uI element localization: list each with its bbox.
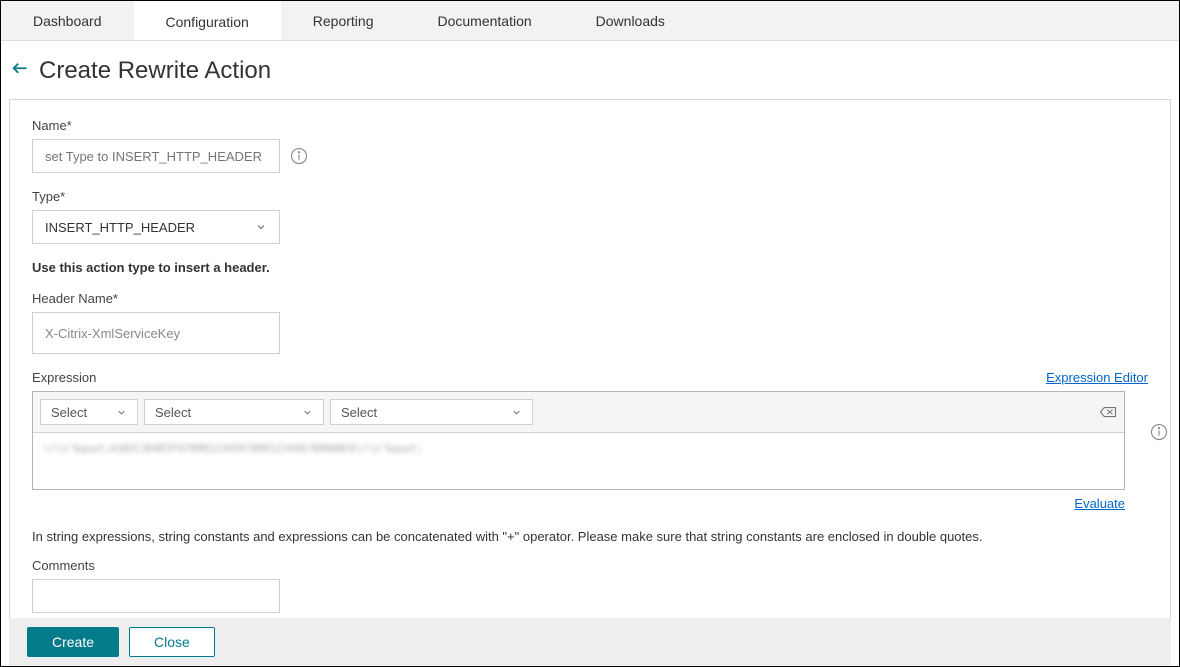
comments-input[interactable] bbox=[32, 579, 280, 613]
clear-expression-icon[interactable] bbox=[1099, 405, 1117, 419]
tab-configuration[interactable]: Configuration bbox=[134, 1, 281, 40]
expression-select-1[interactable]: Select bbox=[40, 399, 138, 425]
main-tabbar: Dashboard Configuration Reporting Docume… bbox=[1, 1, 1179, 41]
tab-documentation[interactable]: Documentation bbox=[405, 1, 563, 40]
type-select-value: INSERT_HTTP_HEADER bbox=[45, 220, 195, 235]
page-header: Create Rewrite Action bbox=[1, 41, 1179, 99]
expression-editor-link[interactable]: Expression Editor bbox=[1046, 370, 1148, 385]
form-container: Name* Type* INSERT_HTTP_HEADER Use this … bbox=[9, 99, 1171, 630]
info-icon-side[interactable] bbox=[1150, 423, 1168, 441]
evaluate-link[interactable]: Evaluate bbox=[1074, 496, 1125, 511]
expression-hint: In string expressions, string constants … bbox=[32, 529, 1148, 544]
header-name-input[interactable] bbox=[32, 312, 280, 354]
name-label: Name* bbox=[32, 118, 1148, 133]
expression-select-3[interactable]: Select bbox=[330, 399, 533, 425]
expression-textarea[interactable]: \r\n"&quot;A1B2C3D4E5F678901234567890123… bbox=[33, 433, 1124, 489]
expression-label: Expression bbox=[32, 370, 96, 385]
expression-box: Select Select Select \r\n"&quot;A1B2C3D4… bbox=[32, 391, 1125, 490]
expression-toolbar: Select Select Select bbox=[33, 392, 1124, 433]
tab-dashboard[interactable]: Dashboard bbox=[1, 1, 134, 40]
name-input[interactable] bbox=[32, 139, 280, 173]
tab-reporting[interactable]: Reporting bbox=[281, 1, 406, 40]
footer-bar: Create Close bbox=[9, 618, 1171, 666]
expression-content: \r\n"&quot;A1B2C3D4E5F678901234567890123… bbox=[43, 442, 423, 455]
back-arrow-icon[interactable] bbox=[9, 59, 33, 83]
close-button[interactable]: Close bbox=[129, 627, 215, 657]
page-title: Create Rewrite Action bbox=[39, 57, 271, 85]
comments-label: Comments bbox=[32, 558, 1148, 573]
header-name-label: Header Name* bbox=[32, 291, 1148, 306]
type-help-text: Use this action type to insert a header. bbox=[32, 260, 1148, 275]
expression-select-2[interactable]: Select bbox=[144, 399, 324, 425]
chevron-down-icon bbox=[255, 221, 267, 233]
tab-downloads[interactable]: Downloads bbox=[564, 1, 697, 40]
create-button[interactable]: Create bbox=[27, 627, 119, 657]
info-icon[interactable] bbox=[290, 147, 308, 165]
type-select[interactable]: INSERT_HTTP_HEADER bbox=[32, 210, 280, 244]
type-label: Type* bbox=[32, 189, 1148, 204]
